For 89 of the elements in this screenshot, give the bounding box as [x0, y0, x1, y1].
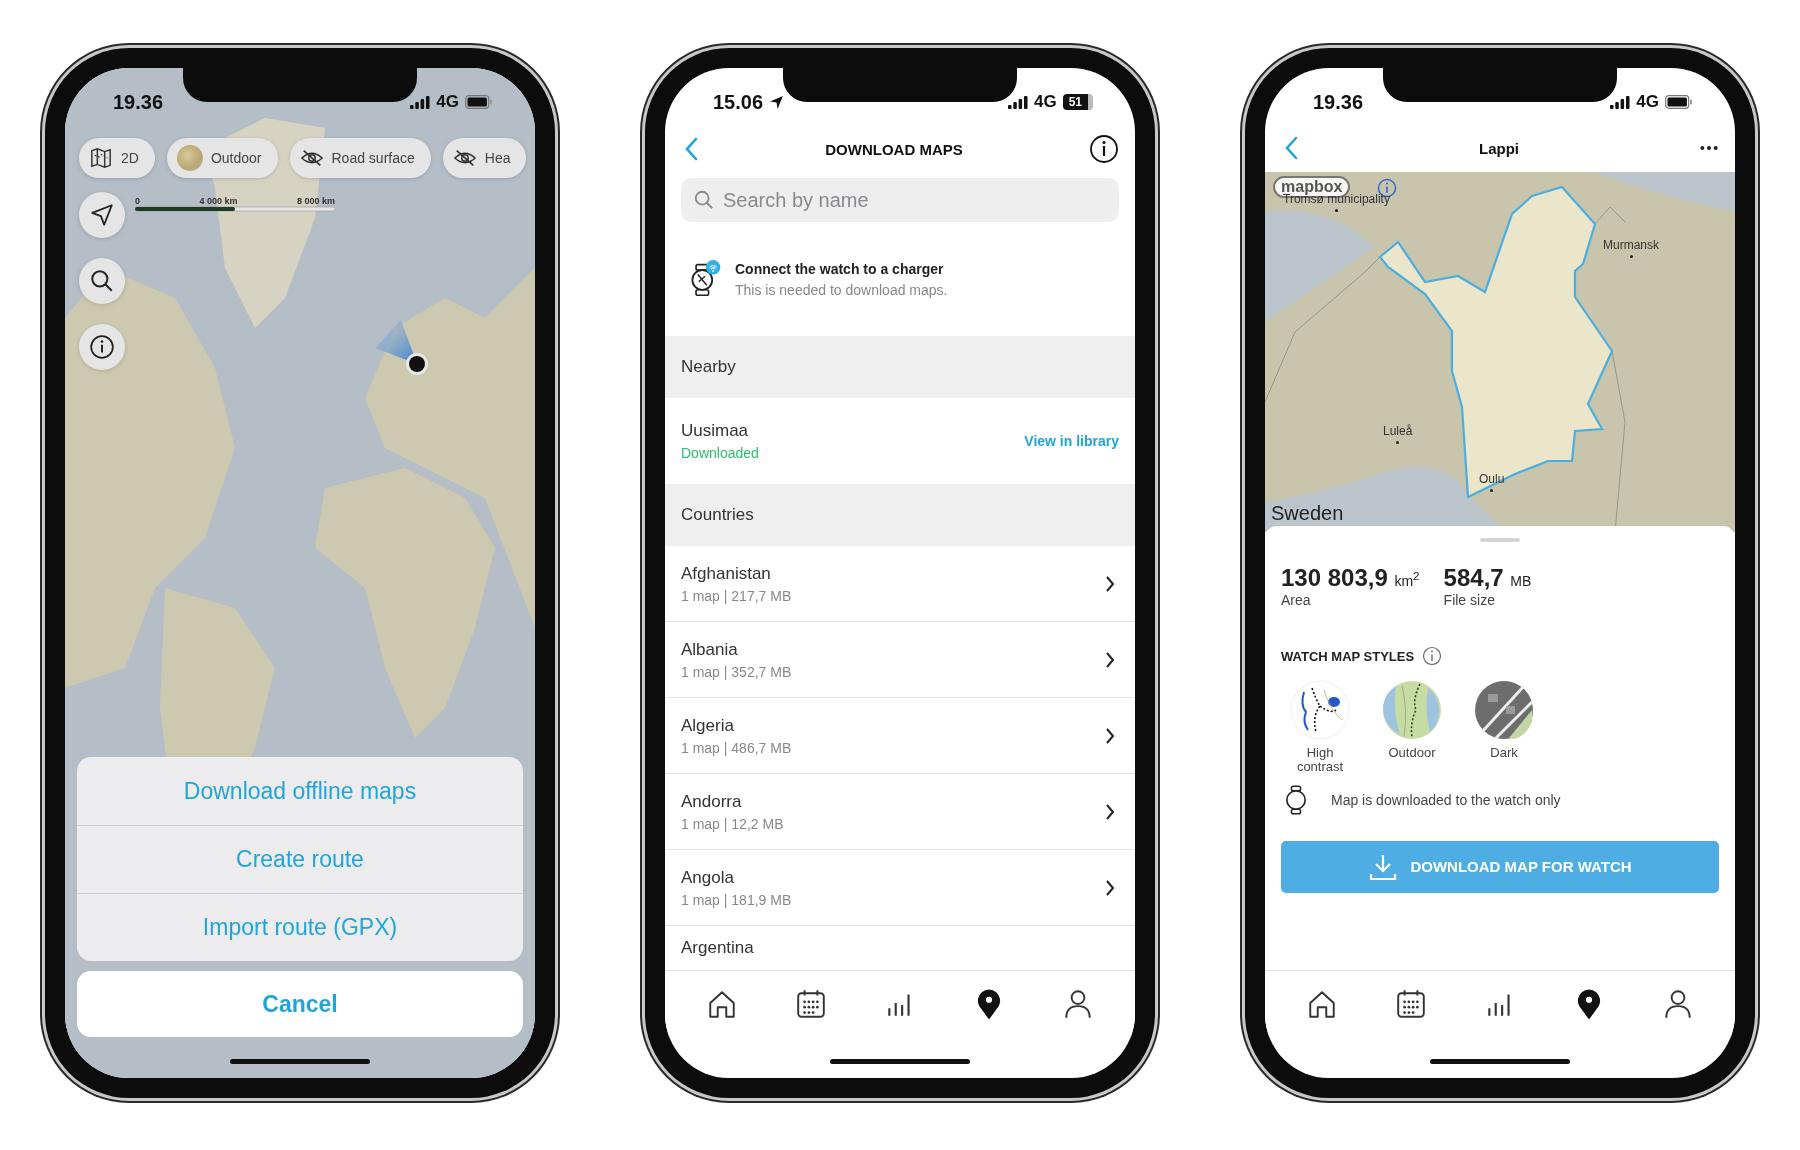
- calendar-tab[interactable]: [794, 988, 827, 1020]
- network-type: 4G: [1033, 92, 1057, 112]
- map-style-label: High contrast: [1295, 746, 1345, 775]
- chevron-right-icon: [1105, 650, 1115, 669]
- chevron-right-icon: [1105, 726, 1115, 745]
- section-header: Nearby: [665, 336, 1135, 398]
- navigation-arrow-icon: [89, 202, 115, 228]
- battery-indicator: 51: [1062, 94, 1093, 110]
- download-status: Downloaded: [681, 445, 760, 461]
- stat-label: Area: [1281, 592, 1312, 608]
- country-name: Angola: [681, 867, 735, 888]
- map-size: 1 map | 486,7 MB: [681, 739, 793, 756]
- network-type: 4G: [1636, 92, 1659, 112]
- city-dot: [1396, 441, 1400, 444]
- country-row[interactable]: Andorra 1 map | 12,2 MB: [665, 774, 1135, 850]
- chevron-right-icon: [1105, 574, 1115, 593]
- map-style-label: Outdoor: [1387, 746, 1437, 761]
- scale-label: 8 000 km: [296, 196, 335, 206]
- region-row[interactable]: Uusimaa Downloaded View in library: [665, 398, 1135, 484]
- battery-icon: [465, 95, 493, 109]
- map-layer-chip[interactable]: Hea: [442, 138, 527, 178]
- section-title: WATCH MAP STYLES: [1281, 648, 1415, 664]
- city-label: Oulu: [1479, 472, 1505, 486]
- high-contrast-style-thumbnail[interactable]: [1290, 680, 1350, 740]
- map-style-label: Dark: [1489, 746, 1519, 761]
- signal-icon: [410, 95, 431, 109]
- search-icon: [89, 268, 115, 294]
- battery-icon: [1665, 95, 1693, 109]
- sheet-handle[interactable]: [1480, 538, 1520, 542]
- country-label: Sweden: [1271, 502, 1344, 525]
- outdoor-style-thumbnail[interactable]: [1382, 680, 1442, 740]
- info-note: Map is downloaded to the watch only: [1331, 791, 1561, 808]
- signal-icon: [1610, 95, 1631, 109]
- calendar-tab[interactable]: [1394, 988, 1427, 1020]
- notice-title: Connect the watch to a charger: [735, 260, 945, 277]
- back-icon[interactable]: [685, 137, 699, 161]
- watch-icon: [1285, 784, 1307, 815]
- country-row[interactable]: Afghanistan 1 map | 217,7 MB: [665, 546, 1135, 622]
- map-size: 1 map | 217,7 MB: [681, 587, 793, 604]
- map-size: 1 map | 181,9 MB: [681, 891, 793, 908]
- chevron-right-icon: [1105, 878, 1115, 897]
- section-header: Countries: [665, 484, 1135, 546]
- country-row[interactable]: Algeria 1 map | 486,7 MB: [665, 698, 1135, 774]
- back-icon[interactable]: [1285, 136, 1299, 160]
- city-dot: [1490, 489, 1494, 492]
- country-row[interactable]: Argentina: [665, 926, 1135, 970]
- stat-value: 130 803,9 km$^{2}$: [1281, 564, 1420, 592]
- country-name: Argentina: [681, 938, 755, 958]
- screen-title: Lappi: [1478, 139, 1520, 157]
- dark-style-thumbnail[interactable]: [1474, 680, 1534, 740]
- city-label: Luleå: [1383, 424, 1413, 438]
- more-icon[interactable]: [1699, 145, 1719, 151]
- country-name: Afghanistan: [681, 563, 772, 584]
- country-name: Algeria: [681, 715, 735, 736]
- map-layer-chip[interactable]: 2D: [79, 138, 155, 178]
- scale-label: 0: [135, 196, 140, 206]
- stat-label: File size: [1443, 592, 1496, 608]
- map-size: 1 map | 352,7 MB: [681, 663, 793, 680]
- screen-title: DOWNLOAD MAPS: [824, 140, 964, 158]
- status-time: 15.06: [713, 90, 764, 114]
- search-icon: [693, 189, 715, 211]
- scale-bar-icon: [135, 206, 335, 212]
- country-row[interactable]: Albania 1 map | 352,7 MB: [665, 622, 1135, 698]
- map-layer-chip[interactable]: Road surface: [289, 138, 431, 178]
- map-size: 1 map | 12,2 MB: [681, 815, 785, 832]
- scale-label: 4 000 km: [199, 196, 238, 206]
- map-layer-chip[interactable]: Outdoor: [166, 138, 278, 178]
- notice-text: This is needed to download maps.: [735, 281, 948, 298]
- country-row[interactable]: Angola 1 map | 181,9 MB: [665, 850, 1135, 926]
- info-icon[interactable]: [1089, 134, 1119, 164]
- network-type: 4G: [436, 92, 459, 112]
- map-style-thumbnail: [176, 145, 203, 171]
- chevron-right-icon: [1105, 802, 1115, 821]
- status-time: 19.36: [113, 90, 164, 114]
- stat-value: 584,7 MB: [1443, 564, 1532, 592]
- folded-map-icon: [89, 147, 113, 169]
- city-dot: [1334, 209, 1338, 212]
- info-icon: [89, 334, 115, 360]
- status-time: 19.36: [1313, 90, 1364, 114]
- country-name: Andorra: [681, 791, 743, 812]
- city-dot: [1629, 255, 1633, 258]
- eye-slash-icon: [299, 147, 324, 169]
- download-icon: [1368, 852, 1399, 881]
- region-name: Uusimaa: [681, 421, 750, 441]
- eye-slash-icon: [452, 147, 477, 169]
- city-label: Murmansk: [1603, 238, 1659, 252]
- signal-icon: [1007, 95, 1028, 109]
- country-name: Albania: [681, 639, 739, 660]
- search-field[interactable]: Search by name: [681, 178, 1119, 222]
